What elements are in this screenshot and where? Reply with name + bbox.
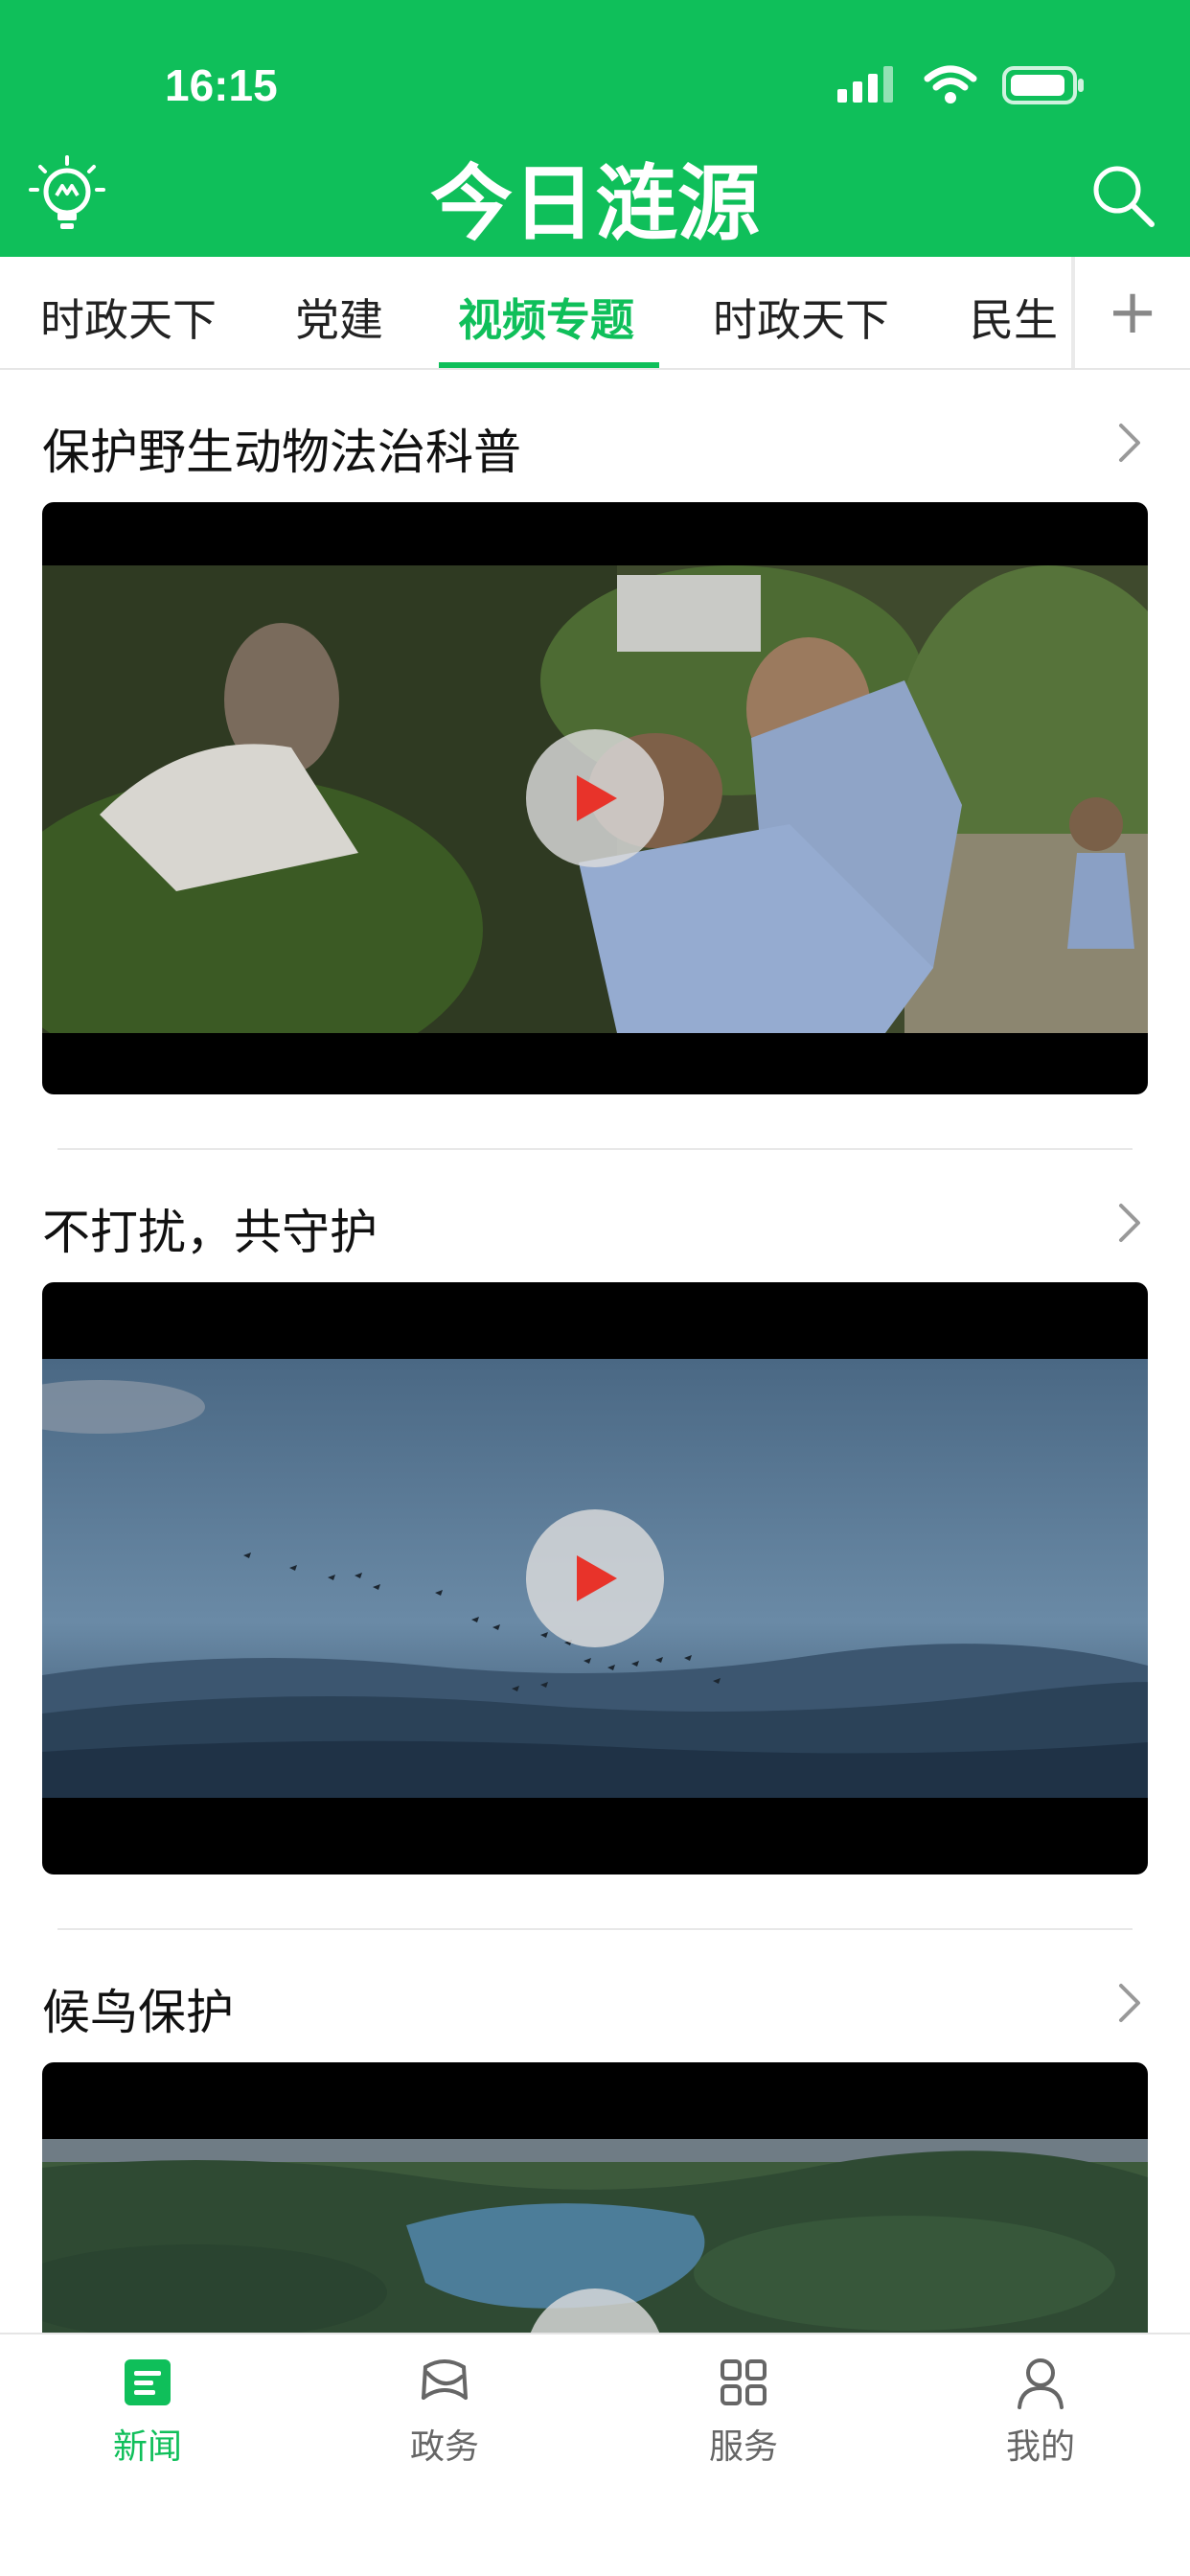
- nav-label: 新闻: [112, 2427, 182, 2467]
- play-icon: [577, 775, 617, 821]
- tab-divider: [1071, 257, 1075, 368]
- channel-tabs: 时政天下 党建 视频专题 时政天下 民生 +: [0, 257, 1190, 370]
- video-card[interactable]: [42, 2062, 1148, 2333]
- section-title[interactable]: 保护野生动物法治科普: [42, 414, 521, 483]
- play-icon: [577, 1555, 617, 1601]
- chevron-right-icon[interactable]: [1110, 420, 1148, 466]
- bottom-navigation: 新闻 政务 服务 我的: [0, 2333, 1190, 2576]
- search-icon[interactable]: [1088, 161, 1157, 230]
- nav-label: 政务: [409, 2427, 479, 2467]
- section-divider: [57, 1148, 1133, 1150]
- app-title: 今日涟源: [430, 155, 760, 252]
- tab-shizheng-1[interactable]: 时政天下: [40, 286, 217, 349]
- chevron-right-icon[interactable]: [1110, 1200, 1148, 1246]
- top-bar: 16:15 今日涟源: [0, 0, 1190, 257]
- battery-icon: [1002, 66, 1084, 104]
- nav-label: 我的: [1005, 2427, 1075, 2467]
- status-icons: [835, 61, 1085, 109]
- video-card[interactable]: [42, 1282, 1148, 1874]
- tab-dangjian[interactable]: 党建: [295, 286, 383, 349]
- section-divider: [57, 1928, 1133, 1930]
- cellular-signal-icon: [837, 66, 893, 103]
- nav-news[interactable]: 新闻: [52, 2354, 243, 2469]
- status-time: 16:15: [165, 60, 278, 110]
- tab-minsheng[interactable]: 民生: [970, 286, 1058, 349]
- active-tab-indicator: [439, 362, 659, 368]
- nav-government[interactable]: 政务: [349, 2354, 540, 2469]
- play-button[interactable]: [526, 729, 664, 867]
- government-icon: [422, 2359, 468, 2400]
- news-icon: [125, 2359, 171, 2405]
- play-button[interactable]: [526, 1509, 664, 1647]
- tab-video-special[interactable]: 视频专题: [458, 286, 634, 349]
- nav-label: 服务: [708, 2427, 778, 2467]
- video-card[interactable]: [42, 502, 1148, 1094]
- wifi-icon: [924, 65, 977, 104]
- section-title[interactable]: 候鸟保护: [42, 1974, 234, 2043]
- nav-services[interactable]: 服务: [648, 2354, 839, 2469]
- tab-shizheng-2[interactable]: 时政天下: [713, 286, 889, 349]
- nav-profile[interactable]: 我的: [945, 2354, 1136, 2469]
- add-channel-icon[interactable]: +: [1102, 272, 1163, 353]
- chevron-right-icon[interactable]: [1110, 1980, 1148, 2026]
- services-grid-icon: [721, 2359, 767, 2405]
- profile-icon: [1018, 2358, 1064, 2409]
- section-title[interactable]: 不打扰，共守护: [42, 1194, 378, 1263]
